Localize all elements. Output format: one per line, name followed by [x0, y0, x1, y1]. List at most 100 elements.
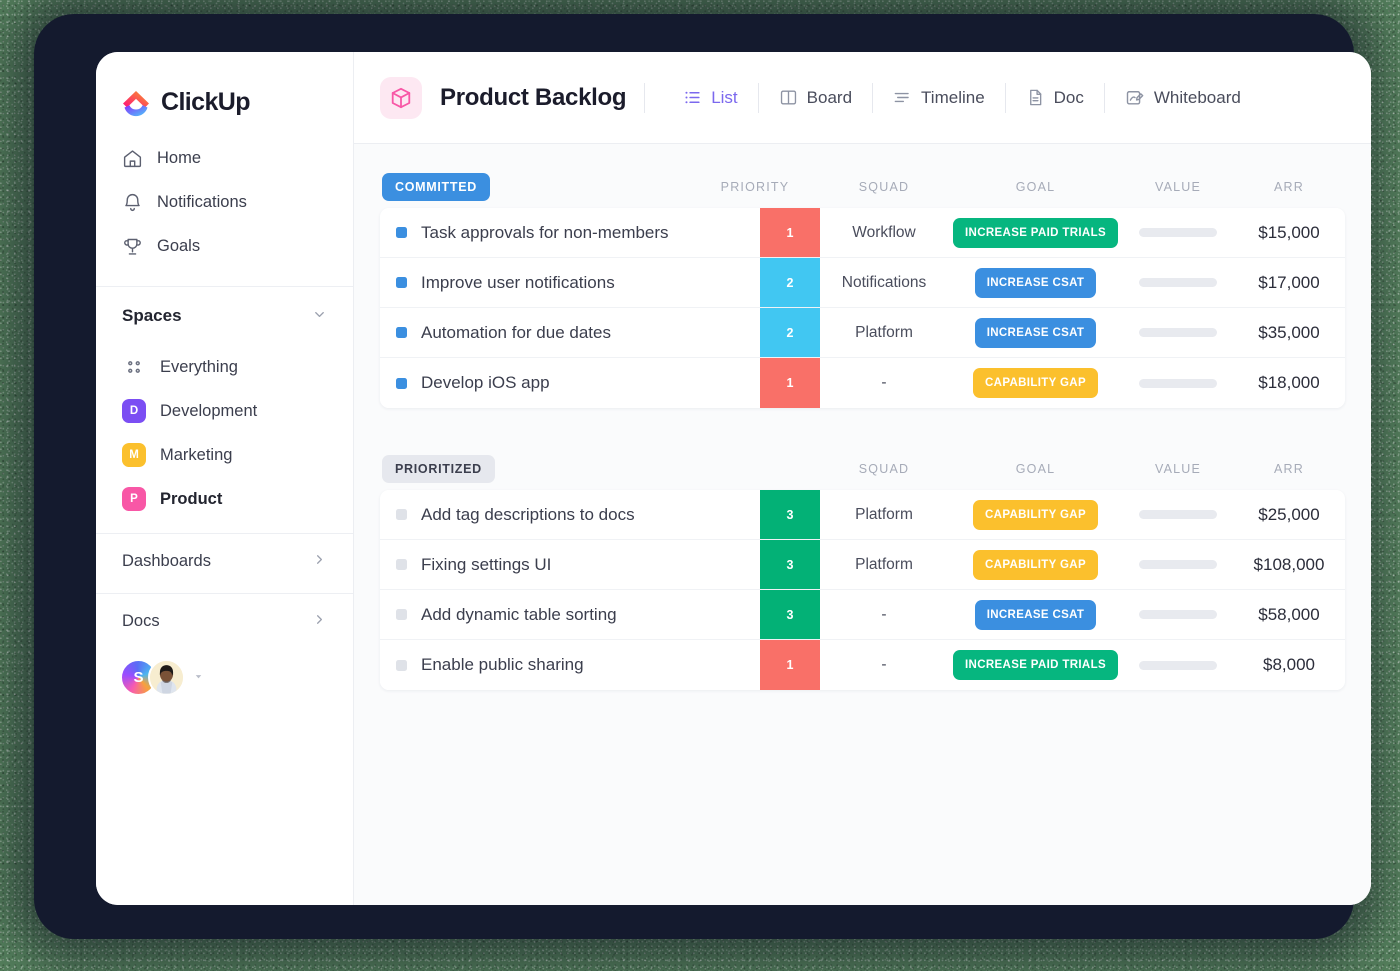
task-name-cell[interactable]: Develop iOS app: [380, 358, 760, 408]
column-header-squad: SQUAD: [858, 180, 910, 194]
task-name-cell[interactable]: Improve user notifications: [380, 258, 760, 307]
column-header-squad: SQUAD: [858, 462, 910, 476]
sidebar-item-dashboards[interactable]: Dashboards: [96, 534, 353, 589]
goal-badge[interactable]: CAPABILITY GAP: [973, 549, 1098, 580]
status-dot-icon: [396, 327, 407, 338]
space-label: Marketing: [160, 445, 233, 464]
task-name-cell[interactable]: Add tag descriptions to docs: [380, 490, 760, 539]
status-dot-icon: [396, 659, 407, 671]
column-header-goal: GOAL: [1015, 180, 1056, 194]
sidebar-item-development[interactable]: D Development: [96, 389, 353, 433]
home-icon: [122, 148, 143, 169]
clickup-logo-icon: [120, 86, 152, 118]
priority-cell[interactable]: 2: [760, 258, 820, 307]
task-rows: Task approvals for non-members 1 Workflo…: [380, 208, 1345, 408]
priority-cell[interactable]: 3: [760, 590, 820, 639]
goal-badge[interactable]: CAPABILITY GAP: [973, 499, 1098, 530]
brand-logo-area[interactable]: ClickUp: [96, 52, 353, 126]
goal-cell: INCREASE PAID TRIALS: [948, 640, 1123, 690]
tab-board[interactable]: Board: [759, 79, 872, 117]
tab-doc[interactable]: Doc: [1006, 79, 1104, 117]
priority-cell[interactable]: 1: [760, 640, 820, 690]
priority-cell[interactable]: 1: [760, 208, 820, 257]
sidebar-item-notifications[interactable]: Notifications: [96, 180, 353, 224]
task-rows: Add tag descriptions to docs 3 Platform …: [380, 490, 1345, 690]
squad-cell: Platform: [855, 323, 913, 341]
tab-timeline[interactable]: Timeline: [873, 79, 1005, 117]
board-icon: [779, 88, 798, 107]
priority-cell[interactable]: 2: [760, 308, 820, 357]
group-status-badge[interactable]: PRIORITIZED: [382, 455, 495, 483]
arr-cell: $18,000: [1258, 373, 1320, 392]
priority-cell[interactable]: 1: [760, 358, 820, 408]
sidebar-item-goals[interactable]: Goals: [96, 224, 353, 268]
avatar-group[interactable]: S: [96, 649, 353, 705]
priority-cell[interactable]: 3: [760, 540, 820, 589]
goal-cell: CAPABILITY GAP: [948, 540, 1123, 589]
chevron-down-icon[interactable]: [312, 307, 327, 326]
tab-label: Whiteboard: [1153, 87, 1241, 107]
spaces-header[interactable]: Spaces: [96, 287, 353, 345]
table-row[interactable]: Task approvals for non-members 1 Workflo…: [380, 208, 1345, 258]
table-row[interactable]: Add tag descriptions to docs 3 Platform …: [380, 490, 1345, 540]
app-window: ClickUp Home Notifications Goals Spaces …: [96, 52, 1371, 905]
chevron-right-icon[interactable]: [312, 612, 327, 631]
task-name-cell[interactable]: Automation for due dates: [380, 308, 760, 357]
caret-down-icon[interactable]: [193, 671, 204, 684]
tab-label: Timeline: [921, 87, 985, 107]
progress-bar: [1139, 278, 1217, 287]
priority-cell[interactable]: 3: [760, 490, 820, 539]
view-tabs: List Board Timeline Doc Whiteboard: [663, 79, 1261, 117]
table-row[interactable]: Enable public sharing 1 - INCREASE PAID …: [380, 640, 1345, 690]
table-row[interactable]: Develop iOS app 1 - CAPABILITY GAP $18,0…: [380, 358, 1345, 408]
task-name-cell[interactable]: Enable public sharing: [380, 640, 760, 690]
group-header: COMMITTED PRIORITY SQUAD GOAL VALUE ARR: [380, 166, 1345, 208]
goal-badge[interactable]: INCREASE CSAT: [974, 267, 1097, 298]
column-header-value: VALUE: [1154, 462, 1202, 476]
user-avatar-photo[interactable]: [148, 658, 185, 696]
sidebar-item-docs[interactable]: Docs: [96, 594, 353, 649]
value-cell: [1123, 590, 1233, 639]
goal-badge[interactable]: INCREASE CSAT: [974, 317, 1097, 348]
goal-cell: CAPABILITY GAP: [948, 490, 1123, 539]
sidebar-item-label: Docs: [122, 612, 160, 630]
value-cell: [1123, 258, 1233, 307]
sidebar: ClickUp Home Notifications Goals Spaces …: [96, 52, 354, 905]
progress-bar: [1139, 328, 1217, 337]
task-name-cell[interactable]: Fixing settings UI: [380, 540, 760, 589]
sidebar-item-everything[interactable]: Everything: [96, 345, 353, 389]
table-row[interactable]: Improve user notifications 2 Notificatio…: [380, 258, 1345, 308]
whiteboard-icon: [1125, 88, 1145, 108]
tab-whiteboard[interactable]: Whiteboard: [1105, 79, 1261, 117]
column-header-value: VALUE: [1154, 180, 1202, 194]
group-status-badge[interactable]: COMMITTED: [382, 173, 490, 201]
task-name-cell[interactable]: Task approvals for non-members: [380, 208, 760, 257]
goal-badge[interactable]: INCREASE PAID TRIALS: [953, 650, 1118, 680]
table-row[interactable]: Automation for due dates 2 Platform INCR…: [380, 308, 1345, 358]
task-title: Add tag descriptions to docs: [421, 504, 635, 524]
progress-bar: [1139, 510, 1217, 519]
task-title: Enable public sharing: [421, 655, 584, 674]
chevron-right-icon[interactable]: [312, 552, 327, 571]
tab-list[interactable]: List: [663, 79, 757, 117]
arr-cell: $17,000: [1258, 272, 1320, 292]
squad-cell: Platform: [855, 555, 913, 573]
top-toolbar: Product Backlog List Board Timeline Doc …: [354, 52, 1371, 144]
space-label: Development: [160, 401, 258, 420]
table-row[interactable]: Fixing settings UI 3 Platform CAPABILITY…: [380, 540, 1345, 590]
goal-badge[interactable]: CAPABILITY GAP: [973, 368, 1098, 398]
tab-label: Doc: [1053, 87, 1084, 107]
goal-badge[interactable]: INCREASE CSAT: [974, 599, 1097, 630]
task-name-cell[interactable]: Add dynamic table sorting: [380, 590, 760, 639]
sidebar-item-home[interactable]: Home: [96, 136, 353, 180]
value-cell: [1123, 308, 1233, 357]
goal-badge[interactable]: INCREASE PAID TRIALS: [953, 217, 1118, 248]
sidebar-item-marketing[interactable]: M Marketing: [96, 433, 353, 477]
brand-name: ClickUp: [161, 87, 250, 116]
sidebar-item-label: Dashboards: [122, 552, 211, 570]
sidebar-item-product[interactable]: P Product: [96, 477, 353, 521]
space-badge-icon: D: [122, 399, 146, 423]
table-row[interactable]: Add dynamic table sorting 3 - INCREASE C…: [380, 590, 1345, 640]
doc-icon: [1026, 88, 1045, 107]
group-committed: COMMITTED PRIORITY SQUAD GOAL VALUE ARR: [380, 166, 1345, 408]
